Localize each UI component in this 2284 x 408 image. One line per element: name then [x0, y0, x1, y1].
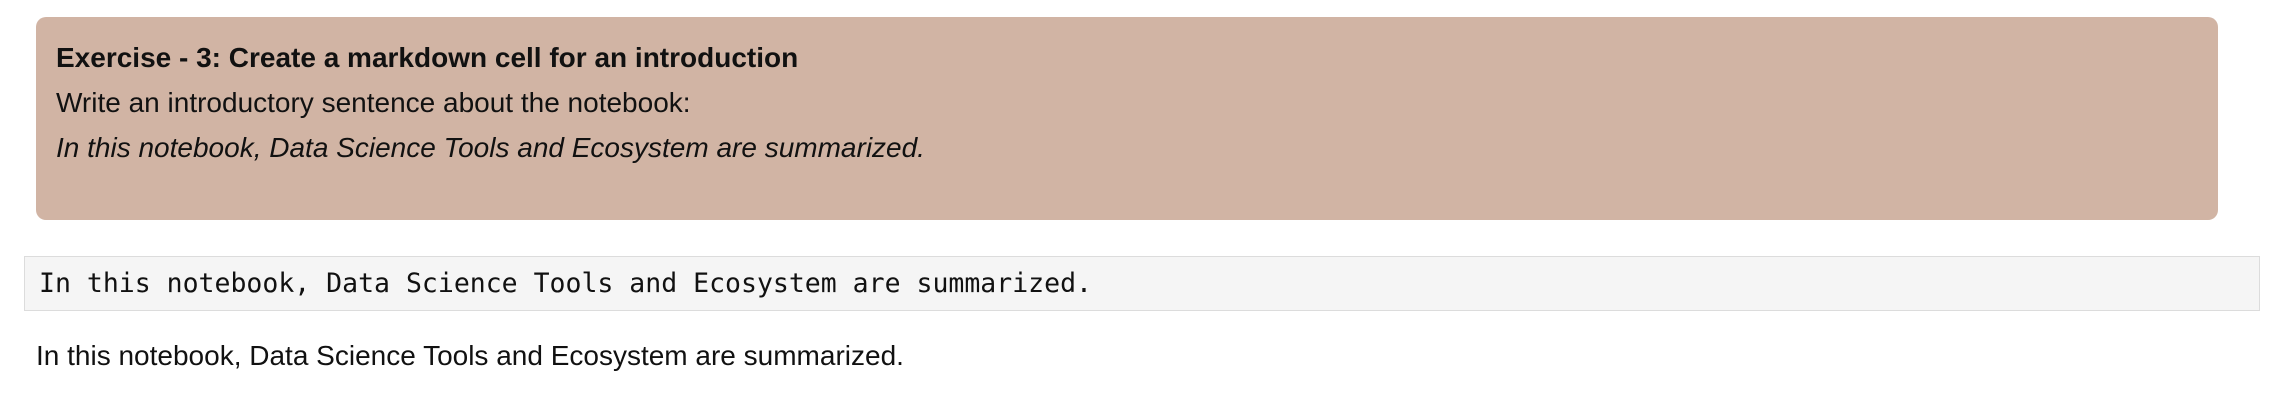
exercise-instruction: Write an introductory sentence about the…: [56, 87, 691, 118]
exercise-answer: In this notebook, Data Science Tools and…: [56, 132, 925, 163]
raw-markdown-text: In this notebook, Data Science Tools and…: [39, 268, 1092, 299]
rendered-markdown-output: In this notebook, Data Science Tools and…: [36, 340, 904, 371]
exercise-title: Exercise - 3: Create a markdown cell for…: [56, 42, 799, 73]
raw-markdown-cell[interactable]: In this notebook, Data Science Tools and…: [24, 256, 2260, 311]
exercise-callout: Exercise - 3: Create a markdown cell for…: [36, 17, 2218, 220]
